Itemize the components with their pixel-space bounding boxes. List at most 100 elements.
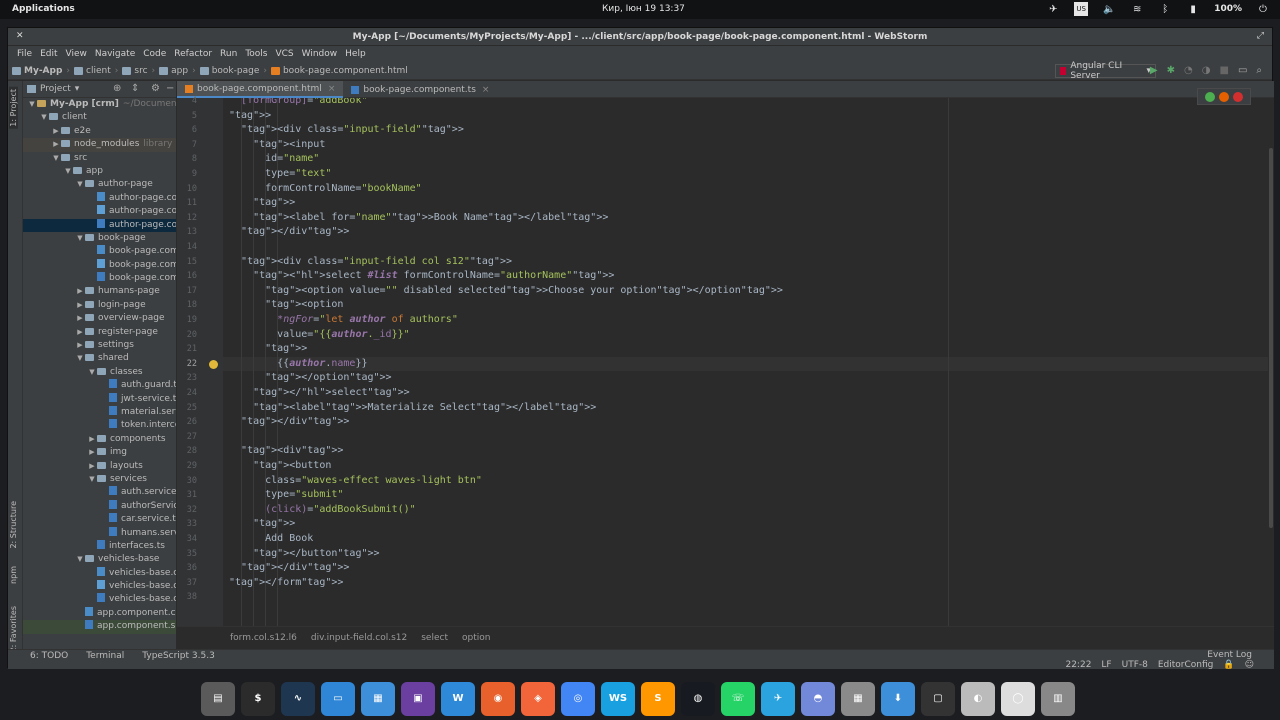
- stop-icon[interactable]: ■: [1219, 65, 1228, 76]
- store-icon[interactable]: ▣: [401, 681, 435, 716]
- grid-icon[interactable]: ▦: [361, 681, 395, 716]
- tree-folder[interactable]: ▼ vehicles-base: [23, 553, 176, 566]
- code-line[interactable]: type="submit": [229, 488, 343, 503]
- tree-folder[interactable]: ▼ shared: [23, 352, 176, 365]
- tree-file[interactable]: book-page.compo: [23, 272, 176, 285]
- opera-icon[interactable]: [1233, 91, 1243, 102]
- tree-file[interactable]: author-page.comp: [23, 218, 176, 232]
- debug-icon[interactable]: ✱: [1167, 65, 1175, 76]
- menu-view[interactable]: View: [62, 49, 91, 59]
- bluetooth-icon[interactable]: ᛒ: [1158, 2, 1172, 16]
- code-line[interactable]: "tag"><option: [229, 298, 343, 313]
- editor-scrollbar[interactable]: [1268, 98, 1274, 626]
- breadcrumb-form[interactable]: form.col.s12.l6: [230, 633, 297, 643]
- chevron-right-icon[interactable]: ▶: [75, 312, 85, 325]
- tree-file[interactable]: interfaces.ts: [23, 539, 176, 553]
- tree-folder[interactable]: ▶ layouts: [23, 460, 176, 473]
- menu-refactor[interactable]: Refactor: [170, 49, 216, 59]
- code-line[interactable]: "tag"><div class="input-field col s12""t…: [229, 255, 512, 270]
- whatsapp-icon[interactable]: ☏: [721, 681, 755, 716]
- tree-file[interactable]: vehicles-base.con: [23, 593, 176, 606]
- clock[interactable]: Кир, Іюн 19 13:37: [602, 4, 685, 14]
- profile-icon[interactable]: ◑: [1202, 65, 1211, 76]
- tree-folder[interactable]: ▶ node_moduleslibrary root: [23, 138, 176, 152]
- tree-folder[interactable]: ▼ app: [23, 165, 176, 178]
- download-icon[interactable]: ⬇: [881, 681, 915, 716]
- menu-file[interactable]: File: [13, 49, 36, 59]
- chevron-down-icon[interactable]: ▼: [87, 473, 97, 486]
- intention-bulb-icon[interactable]: [209, 359, 218, 369]
- terminal-icon[interactable]: $: [241, 681, 275, 716]
- tree-folder[interactable]: ▶ e2e: [23, 125, 176, 138]
- tree-file[interactable]: humans.servic: [23, 526, 176, 540]
- tree-file[interactable]: car.service.ts: [23, 513, 176, 526]
- collapse-icon[interactable]: ⇕: [131, 83, 139, 94]
- menu-edit[interactable]: Edit: [36, 49, 61, 59]
- chevron-right-icon[interactable]: ▶: [75, 299, 85, 312]
- project-tool-tab[interactable]: 1: Project: [9, 87, 18, 129]
- chevron-right-icon[interactable]: ▶: [51, 125, 61, 138]
- tree-folder[interactable]: ▶ components: [23, 433, 176, 446]
- chevron-down-icon[interactable]: ▼: [75, 178, 85, 191]
- tree-folder[interactable]: ▶ overview-page: [23, 312, 176, 325]
- code-line[interactable]: "tag"><div class="input-field""tag">>: [229, 123, 464, 138]
- tree-folder[interactable]: ▼ classes: [23, 366, 176, 379]
- toggle-icon[interactable]: ◯: [1001, 681, 1035, 716]
- window-icon[interactable]: ▭: [321, 681, 355, 716]
- chevron-right-icon[interactable]: ▶: [75, 339, 85, 352]
- run-icon[interactable]: ▶: [1150, 65, 1158, 76]
- code-line[interactable]: "tag"><button: [229, 459, 331, 474]
- files-icon[interactable]: ▤: [201, 681, 235, 716]
- tab-book-page-ts[interactable]: book-page.component.ts ×: [343, 81, 497, 98]
- compass-icon[interactable]: ◈: [521, 681, 555, 716]
- tab-book-page-html[interactable]: book-page.component.html ×: [177, 81, 344, 98]
- tree-folder[interactable]: ▶ login-page: [23, 299, 176, 312]
- menu-help[interactable]: Help: [341, 49, 370, 59]
- breadcrumb-app[interactable]: app ›: [159, 66, 196, 76]
- chevron-down-icon[interactable]: ▼: [27, 98, 37, 111]
- gear-icon[interactable]: ⚙: [151, 83, 160, 94]
- sublime-icon[interactable]: S: [641, 681, 675, 716]
- code-line[interactable]: "tag"><input: [229, 138, 325, 153]
- telegram-tray-icon[interactable]: ✈: [1046, 2, 1060, 16]
- tree-file[interactable]: jwt-service.ts: [23, 392, 176, 406]
- code-line[interactable]: "tag"></button"tag">>: [229, 547, 379, 562]
- tree-file[interactable]: vehicles-base.con: [23, 580, 176, 593]
- applications-menu[interactable]: Applications: [12, 4, 75, 14]
- search-everywhere-icon[interactable]: ⌕: [1256, 65, 1262, 76]
- tree-file[interactable]: book-page.compo: [23, 245, 176, 258]
- close-icon[interactable]: ×: [328, 84, 336, 94]
- code-line[interactable]: "tag"></option"tag">>: [229, 371, 391, 386]
- line-separator[interactable]: LF: [1101, 660, 1111, 670]
- scrollbar-thumb[interactable]: [1269, 148, 1273, 528]
- favorites-tool-tab[interactable]: 2: Favorites: [9, 606, 18, 652]
- editorconfig-status[interactable]: EditorConfig: [1158, 660, 1214, 670]
- code-line[interactable]: id="name": [229, 152, 319, 167]
- run-configuration-select[interactable]: Angular CLI Server ▾: [1055, 61, 1156, 81]
- code-line[interactable]: class="waves-effect waves-light btn": [229, 474, 482, 489]
- code-line[interactable]: value="{{author._id}}": [229, 328, 409, 343]
- tree-file[interactable]: material.service: [23, 405, 176, 419]
- chevron-down-icon[interactable]: ▼: [75, 553, 85, 566]
- tree-folder[interactable]: ▶ settings: [23, 339, 176, 352]
- telegram-icon[interactable]: ✈: [761, 681, 795, 716]
- tree-folder[interactable]: ▶ register-page: [23, 326, 176, 339]
- terminal-tool-tab[interactable]: Terminal: [86, 651, 124, 661]
- code-line[interactable]: "tag"><label for="name""tag">>Book Name"…: [229, 211, 608, 226]
- discord-icon[interactable]: ◓: [801, 681, 835, 716]
- close-icon[interactable]: ×: [482, 85, 490, 95]
- w-icon[interactable]: W: [441, 681, 475, 716]
- hide-icon[interactable]: −: [166, 83, 174, 94]
- code-line[interactable]: *ngFor="let author of authors": [229, 313, 458, 328]
- coverage-icon[interactable]: ◔: [1184, 65, 1193, 76]
- breadcrumb-src[interactable]: src ›: [122, 66, 155, 76]
- event-log-tab[interactable]: Event Log: [1207, 650, 1252, 660]
- chevron-down-icon[interactable]: ▼: [51, 152, 61, 165]
- menu-run[interactable]: Run: [216, 49, 241, 59]
- menu-navigate[interactable]: Navigate: [91, 49, 139, 59]
- code-line[interactable]: "tag">>: [229, 517, 295, 532]
- tree-file[interactable]: author-page.comp: [23, 191, 176, 205]
- tree-file[interactable]: app.component.spec: [23, 620, 176, 634]
- tree-file[interactable]: auth.guard.ts: [23, 379, 176, 392]
- menu-window[interactable]: Window: [298, 49, 342, 59]
